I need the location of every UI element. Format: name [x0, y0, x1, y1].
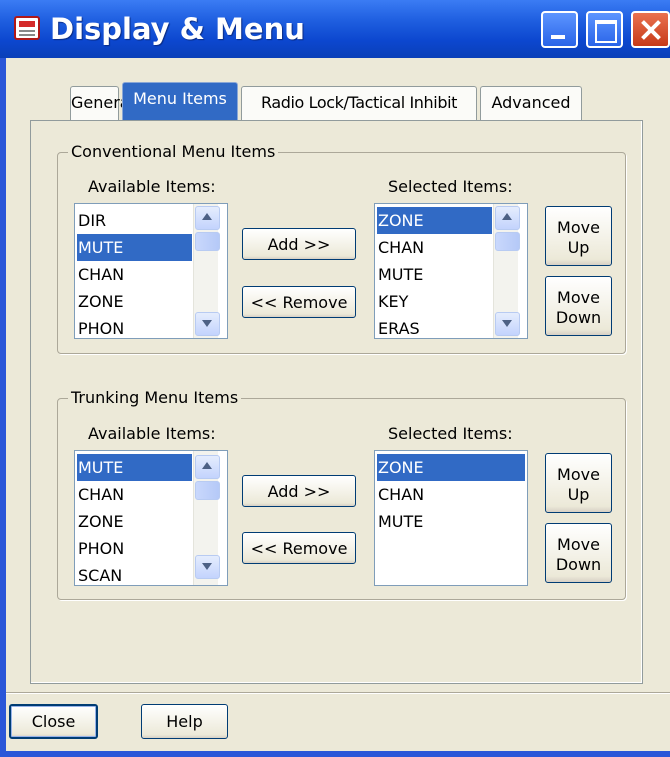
vertical-scrollbar[interactable]	[193, 204, 220, 338]
tab-menu-items[interactable]: Menu Items	[122, 82, 238, 120]
minimize-button[interactable]	[541, 11, 578, 48]
scroll-up-icon[interactable]	[495, 206, 520, 230]
button-label-line: Down	[555, 307, 602, 327]
trunking-available-label: Available Items:	[88, 424, 216, 443]
maximize-button[interactable]	[586, 11, 623, 48]
close-button[interactable]: Close	[9, 704, 98, 739]
scroll-down-icon[interactable]	[195, 555, 220, 579]
list-item[interactable]: ZONE	[377, 454, 525, 481]
button-label-line: Move	[557, 534, 600, 554]
footer-separator	[6, 692, 670, 694]
trunking-selected-label: Selected Items:	[388, 424, 513, 443]
scroll-thumb[interactable]	[195, 232, 220, 251]
list-item[interactable]: ERAS	[377, 315, 503, 338]
scroll-thumb[interactable]	[495, 232, 520, 251]
list-item[interactable]: MUTE	[77, 234, 192, 261]
list-item[interactable]: DIR	[77, 207, 203, 234]
list-item[interactable]: PHON	[77, 535, 203, 562]
vertical-scrollbar[interactable]	[193, 451, 220, 585]
trunking-available-list[interactable]: MUTE CHAN ZONE PHON SCAN	[74, 450, 228, 586]
list-item[interactable]: CHAN	[77, 261, 203, 288]
tab-radio-lock[interactable]: Radio Lock/Tactical Inhibit	[241, 86, 477, 120]
trunking-move-up-button[interactable]: Move Up	[545, 453, 612, 513]
conventional-selected-list[interactable]: ZONE CHAN MUTE KEY ERAS	[374, 203, 528, 339]
conventional-move-up-button[interactable]: Move Up	[545, 206, 612, 266]
list-item[interactable]: MUTE	[77, 454, 192, 481]
scroll-down-icon[interactable]	[495, 312, 520, 336]
conventional-selected-label: Selected Items:	[388, 177, 513, 196]
tab-general[interactable]: General	[70, 86, 134, 120]
vertical-scrollbar[interactable]	[493, 204, 520, 338]
button-label-line: Move	[557, 464, 600, 484]
scroll-up-icon[interactable]	[195, 455, 220, 479]
title-bar[interactable]: Display & Menu	[0, 0, 670, 58]
conventional-available-label: Available Items:	[88, 177, 216, 196]
list-item[interactable]: CHAN	[377, 234, 503, 261]
trunking-add-button[interactable]: Add >>	[242, 475, 356, 507]
conventional-group-label: Conventional Menu Items	[68, 142, 279, 161]
list-item[interactable]: PHON	[77, 315, 203, 338]
document-icon	[14, 16, 40, 40]
trunking-selected-list[interactable]: ZONE CHAN MUTE	[374, 450, 528, 586]
window-title: Display & Menu	[50, 12, 305, 46]
close-window-button[interactable]	[631, 11, 670, 48]
button-label-line: Move	[557, 217, 600, 237]
list-item[interactable]: CHAN	[77, 481, 203, 508]
list-item[interactable]: MUTE	[377, 508, 525, 535]
button-label-line: Down	[555, 554, 602, 574]
list-item[interactable]: MUTE	[377, 261, 503, 288]
help-button[interactable]: Help	[141, 704, 228, 739]
trunking-move-down-button[interactable]: Move Down	[545, 523, 612, 583]
button-label-line: Up	[567, 484, 590, 504]
list-item[interactable]: ZONE	[377, 207, 492, 234]
list-item[interactable]: ZONE	[77, 508, 203, 535]
list-item[interactable]: CHAN	[377, 481, 525, 508]
tab-advanced[interactable]: Advanced	[480, 86, 582, 120]
list-item[interactable]: ZONE	[77, 288, 203, 315]
conventional-move-down-button[interactable]: Move Down	[545, 276, 612, 336]
trunking-group-label: Trunking Menu Items	[68, 388, 242, 407]
scroll-thumb[interactable]	[195, 481, 220, 500]
button-label-line: Up	[567, 237, 590, 257]
list-item[interactable]: KEY	[377, 288, 503, 315]
conventional-available-list[interactable]: DIR MUTE CHAN ZONE PHON	[74, 203, 228, 339]
conventional-remove-button[interactable]: << Remove	[242, 286, 356, 318]
conventional-add-button[interactable]: Add >>	[242, 228, 356, 260]
button-label-line: Move	[557, 287, 600, 307]
scroll-down-icon[interactable]	[195, 312, 220, 336]
list-item[interactable]: SCAN	[77, 562, 203, 585]
scroll-up-icon[interactable]	[195, 206, 220, 230]
trunking-remove-button[interactable]: << Remove	[242, 532, 356, 564]
